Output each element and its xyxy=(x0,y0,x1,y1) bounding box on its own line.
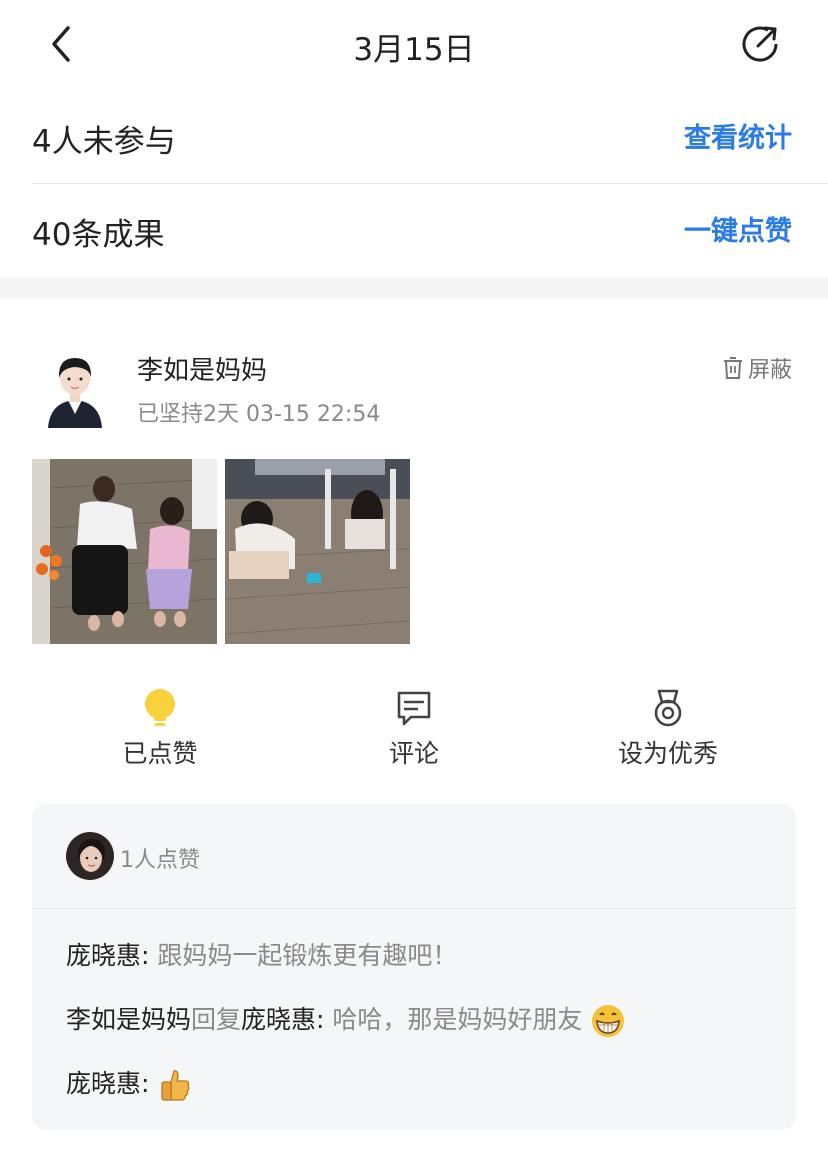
comment-item[interactable]: 庞晓惠: 跟妈妈一起锻炼更有趣吧！ xyxy=(66,936,457,972)
post-photo-2[interactable] xyxy=(225,459,410,644)
view-stats-link[interactable]: 查看统计 xyxy=(684,116,792,155)
comment-item[interactable]: 李如是妈妈回复庞晓惠: 哈哈，那是妈妈好朋友 xyxy=(66,1000,626,1039)
lightbulb-icon xyxy=(145,689,175,726)
results-row: 40条成果 一键点赞 xyxy=(32,185,828,277)
post-author[interactable]: 李如是妈妈 xyxy=(137,350,267,387)
set-excellent-label: 设为优秀 xyxy=(617,739,718,768)
comment-item[interactable]: 庞晓惠: xyxy=(66,1064,193,1103)
post-photo-1[interactable] xyxy=(32,459,217,644)
like-label: 已点赞 xyxy=(122,739,198,768)
comment-separator: : xyxy=(316,1005,333,1034)
nav-bar: 3月15日 xyxy=(0,0,828,88)
liker-avatar[interactable] xyxy=(66,832,114,880)
comment-separator: : xyxy=(141,941,158,970)
medal-icon xyxy=(654,689,682,727)
mute-label: 屏蔽 xyxy=(748,358,793,383)
likes-comments-panel: 1人点赞 庞晓惠: 跟妈妈一起锻炼更有趣吧！ 李如是妈妈回复庞晓惠: 哈哈，那是… xyxy=(32,804,796,1130)
not-joined-label: 4人未参与 xyxy=(32,124,176,160)
not-joined-row: 4人未参与 查看统计 xyxy=(32,92,828,184)
share-icon[interactable] xyxy=(738,22,782,66)
set-excellent-button[interactable]: 设为优秀 xyxy=(598,688,738,768)
thumbs-up-emoji-icon xyxy=(161,1070,190,1101)
like-count: 1人点赞 xyxy=(120,848,200,873)
mute-button[interactable]: 屏蔽 xyxy=(722,352,792,384)
avatar[interactable] xyxy=(40,348,110,428)
section-divider xyxy=(0,278,828,298)
comment-text: 跟妈妈一起锻炼更有趣吧！ xyxy=(157,941,458,970)
comment-button[interactable]: 评论 xyxy=(344,688,484,768)
like-all-link[interactable]: 一键点赞 xyxy=(684,209,792,248)
like-button[interactable]: 已点赞 xyxy=(90,688,230,768)
grin-emoji-icon xyxy=(592,1005,625,1037)
results-label: 40条成果 xyxy=(32,217,165,253)
reply-label: 回复 xyxy=(191,1005,242,1034)
trash-icon xyxy=(724,357,742,379)
comment-author[interactable]: 李如是妈妈 xyxy=(66,1005,191,1034)
page-title: 3月15日 xyxy=(353,32,475,68)
comment-label: 评论 xyxy=(388,739,439,768)
reply-target[interactable]: 庞晓惠 xyxy=(241,1005,316,1034)
comment-text: 哈哈，那是妈妈好朋友 xyxy=(332,1005,583,1034)
comment-icon xyxy=(397,691,431,726)
comment-author[interactable]: 庞晓惠 xyxy=(66,1069,141,1098)
comment-separator: : xyxy=(141,1069,158,1098)
post-meta: 已坚持2天 03-15 22:54 xyxy=(137,402,381,427)
comment-author[interactable]: 庞晓惠 xyxy=(66,941,141,970)
likers-row: 1人点赞 xyxy=(32,804,796,909)
